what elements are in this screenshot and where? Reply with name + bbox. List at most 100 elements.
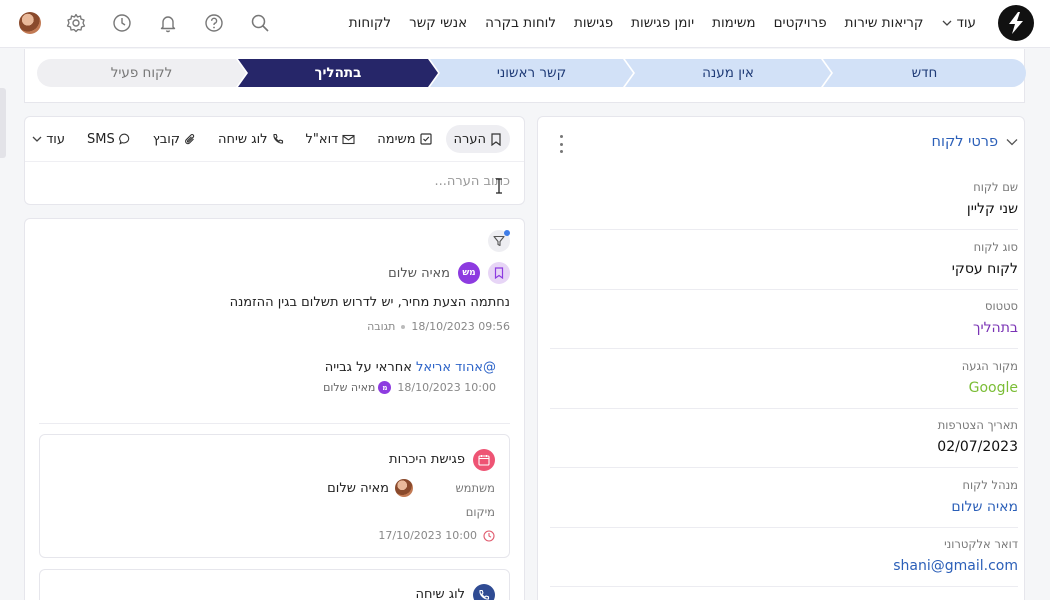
note-text: נחתמה הצעת מחיר, יש לדרוש תשלום בגין ההז… (229, 295, 510, 310)
search-icon (251, 14, 269, 32)
reply-text: @אהוד אריאל אחראי על גבייה (325, 360, 496, 375)
note-author-row: מש מאיה שלום (388, 262, 510, 284)
reply-author[interactable]: מ מאיה שלום (323, 381, 392, 394)
paperclip-icon (185, 133, 195, 144)
field-label: סוג לקוח (973, 240, 1018, 254)
field-value[interactable]: שני קליין (967, 201, 1018, 217)
help-button[interactable] (202, 11, 226, 35)
field-label: תאריך הצטרפות (937, 418, 1018, 432)
tab-task-label: משימה (377, 131, 416, 147)
nav-item-tasks[interactable]: משימות (712, 15, 755, 31)
customer-details-header[interactable]: פרטי לקוח (932, 134, 1018, 150)
call-log-title: לוג שיחה (415, 587, 465, 600)
nav-item-meetings[interactable]: פגישות (574, 15, 613, 31)
tab-note-label: הערה (453, 131, 486, 147)
clock-icon (113, 14, 131, 32)
meeting-title: פגישת היכרות (389, 452, 465, 467)
top-navigation-bar: לקוחות אנשי קשר לוחות בקרה פגישות יומן פ… (0, 0, 1050, 48)
field-value[interactable]: מאיה שלום (951, 499, 1018, 515)
field-value[interactable]: 02/07/2023 (937, 439, 1018, 455)
field-status: סטטוס בתהליך (550, 289, 1018, 349)
reply-link[interactable]: תגובה (367, 320, 395, 333)
pipeline-step-first-contact[interactable]: קשר ראשוני (430, 59, 633, 87)
field-lead-source: מקור הגעה Google (550, 349, 1018, 409)
text-cursor-icon (496, 178, 502, 194)
nav-item-dashboards[interactable]: לוחות בקרה (485, 15, 556, 31)
field-label: מנהל לקוח (962, 478, 1018, 492)
reply-timestamp: 18/10/2023 10:00 (397, 381, 496, 394)
phone-icon (272, 133, 283, 144)
tab-file-label: קובץ (152, 131, 181, 147)
reply-author-initials: מ (378, 381, 392, 394)
history-button[interactable] (110, 11, 134, 35)
user-avatar[interactable] (18, 11, 42, 35)
tab-sms[interactable]: SMS (79, 125, 139, 153)
search-button[interactable] (248, 11, 272, 35)
field-customer-type: סוג לקוח לקוח עסקי (550, 230, 1018, 290)
meeting-user-label: משתמש (455, 481, 495, 495)
activity-feed: מש מאיה שלום נחתמה הצעת מחיר, יש לדרוש ת… (24, 218, 525, 600)
reply-mention[interactable]: @אהוד אריאל (416, 360, 496, 375)
pipeline-step-active-customer[interactable]: לקוח פעיל (37, 59, 246, 87)
field-value[interactable]: Google (969, 380, 1018, 396)
pipeline-step-in-progress[interactable]: בתהליך (238, 59, 438, 87)
note-meta: 18/10/2023 09:56 תגובה (367, 320, 510, 333)
reply-body: אחראי על גבייה (324, 360, 417, 375)
nav-item-customers[interactable]: לקוחות (349, 15, 391, 31)
field-value[interactable]: בתהליך (973, 320, 1018, 336)
composer-tabs: הערה משימה דוא"ל לוג שיחה קובץ SMS עוד (24, 125, 510, 153)
nav-item-service-calls[interactable]: קריאות שירות (845, 15, 924, 31)
tab-email-label: דוא"ל (305, 131, 339, 147)
filter-icon (493, 235, 505, 247)
activity-composer: הערה משימה דוא"ל לוג שיחה קובץ SMS עוד (24, 116, 525, 205)
note-author-name[interactable]: מאיה שלום (388, 266, 450, 281)
tab-file[interactable]: קובץ (145, 125, 204, 153)
app-logo[interactable] (998, 5, 1034, 41)
nav-item-calendar[interactable]: יומן פגישות (631, 15, 694, 31)
kebab-menu-icon[interactable] (556, 135, 566, 153)
field-value[interactable]: shani@gmail.com (893, 558, 1018, 574)
customer-details-title: פרטי לקוח (931, 134, 998, 150)
chat-bubble-icon (118, 133, 129, 145)
side-scroll-handle[interactable] (0, 88, 6, 158)
pipeline-status-bar: חדש אין מענה קשר ראשוני בתהליך לקוח פעיל (24, 49, 1026, 103)
settings-button[interactable] (64, 11, 88, 35)
customer-details-panel: פרטי לקוח שם לקוח שני קליין סוג לקוח לקו… (537, 116, 1025, 600)
tab-call-log[interactable]: לוג שיחה (210, 125, 292, 153)
avatar (19, 12, 41, 34)
field-join-date: תאריך הצטרפות 02/07/2023 (550, 408, 1018, 468)
chevron-down-icon (1006, 139, 1018, 146)
nav-item-projects[interactable]: פרויקטים (774, 15, 827, 31)
tab-note[interactable]: הערה (445, 125, 510, 153)
call-type-icon (473, 584, 495, 600)
lightning-logo-icon (1009, 12, 1023, 34)
meeting-location-label: מיקום (465, 505, 495, 519)
reply-meta: 18/10/2023 10:00 מ מאיה שלום (323, 381, 496, 394)
field-value[interactable]: לקוח עסקי (952, 261, 1018, 277)
field-customer-name: שם לקוח שני קליין (550, 170, 1018, 230)
pipeline-step-no-answer[interactable]: אין מענה (625, 59, 831, 87)
header-tools (18, 11, 272, 35)
note-input[interactable] (40, 174, 510, 189)
pipeline-steps: חדש אין מענה קשר ראשוני בתהליך לקוח פעיל (37, 59, 1026, 87)
pipeline-step-new[interactable]: חדש (823, 59, 1026, 87)
filter-button[interactable] (488, 230, 510, 252)
notifications-button[interactable] (156, 11, 180, 35)
avatar (395, 479, 413, 497)
bookmark-icon (494, 267, 504, 279)
nav-item-contacts[interactable]: אנשי קשר (409, 15, 467, 31)
field-label: שם לקוח (973, 180, 1018, 194)
field-email: דואר אלקטרוני shani@gmail.com (550, 527, 1018, 587)
calendar-icon (478, 455, 490, 466)
tab-task[interactable]: משימה (369, 125, 439, 153)
call-log-activity-card[interactable]: לוג שיחה (39, 569, 510, 600)
tab-more[interactable]: עוד (24, 125, 73, 153)
tab-sms-label: SMS (86, 131, 115, 147)
chevron-down-icon (942, 20, 951, 26)
note-type-icon (488, 262, 510, 284)
nav-more-menu[interactable]: עוד (942, 15, 976, 31)
meeting-user[interactable]: מאיה שלום (327, 479, 413, 497)
meeting-activity-card[interactable]: פגישת היכרות משתמש מאיה שלום מיקום 17/10… (39, 434, 510, 558)
composer-divider (25, 161, 524, 162)
tab-email[interactable]: דוא"ל (298, 125, 364, 153)
